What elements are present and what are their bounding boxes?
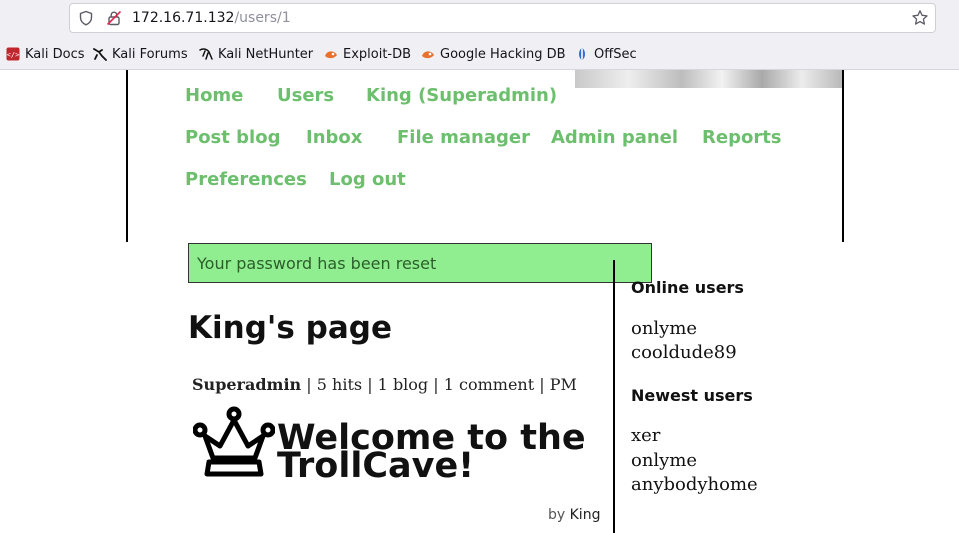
byline-prefix: by [548, 507, 566, 523]
url-text[interactable]: 172.16.71.132/users/1 [132, 10, 291, 26]
user-blogs: 1 blog [377, 375, 429, 394]
bookmark-label: Kali Docs [25, 46, 85, 62]
bookmark-offsec[interactable]: OffSec [575, 46, 637, 62]
bookmark-star-icon[interactable] [911, 9, 929, 27]
nav-inbox[interactable]: Inbox [306, 127, 362, 148]
bookmark-kali-docs[interactable]: </> Kali Docs [6, 46, 85, 62]
kali-dragon-icon [199, 48, 213, 60]
kali-docs-icon: </> [6, 47, 20, 61]
online-user[interactable]: cooldude89 [631, 342, 737, 363]
pm-link[interactable]: PM [550, 375, 577, 394]
bookmark-label: Kali NetHunter [218, 46, 314, 62]
address-bar[interactable]: 172.16.71.132/users/1 [69, 3, 936, 33]
bookmark-kali-forums[interactable]: Kali Forums [93, 46, 188, 62]
stats-separator: | [306, 375, 312, 394]
exploitdb-icon [422, 51, 434, 59]
bookmark-label: Exploit-DB [343, 46, 412, 62]
nav-admin-panel[interactable]: Admin panel [551, 127, 678, 148]
kali-dragon-icon [93, 48, 107, 61]
nav-profile[interactable]: King (Superadmin) [366, 85, 557, 106]
user-stats: Superadmin | 5 hits | 1 blog | 1 comment… [192, 375, 577, 394]
shield-icon[interactable] [78, 10, 94, 26]
url-path: /users/1 [234, 10, 291, 26]
browser-toolbar: 172.16.71.132/users/1 [0, 0, 959, 38]
nav-users[interactable]: Users [277, 85, 334, 106]
insecure-lock-icon[interactable] [106, 10, 122, 26]
welcome-heading: Welcome to the TrollCave! [277, 418, 586, 486]
bookmark-label: Kali Forums [112, 46, 188, 62]
user-comments: 1 comment [443, 375, 535, 394]
bookmarks-toolbar: </> Kali Docs Kali Forums Kali NetHunter… [0, 38, 959, 70]
page-title: King's page [188, 310, 392, 346]
bookmark-kali-nethunter[interactable]: Kali NetHunter [199, 46, 313, 62]
url-host: 172.16.71.132 [132, 10, 235, 26]
stats-separator: | [367, 375, 373, 394]
svg-text:</>: </> [7, 51, 20, 59]
offsec-icon [579, 48, 585, 60]
newest-user[interactable]: anybodyhome [631, 474, 758, 495]
user-hits: 5 hits [316, 375, 363, 394]
sidebar-divider [613, 260, 615, 533]
bookmark-label: OffSec [594, 46, 637, 62]
newest-user[interactable]: xer [631, 425, 660, 446]
page-content: Home Users King (Superadmin) Post blog I… [0, 70, 959, 533]
user-role: Superadmin [192, 375, 302, 394]
bookmark-label: Google Hacking DB [440, 46, 566, 62]
author-link[interactable]: King [570, 507, 601, 523]
newest-users-heading: Newest users [631, 386, 753, 405]
stats-separator: | [433, 375, 439, 394]
crown-icon [193, 406, 275, 477]
flash-message: Your password has been reset [188, 243, 652, 283]
exploitdb-icon [325, 51, 337, 59]
online-user[interactable]: onlyme [631, 318, 697, 339]
header-banner-image [575, 70, 842, 88]
bookmark-google-hacking-db[interactable]: Google Hacking DB [421, 46, 566, 62]
bookmark-exploit-db[interactable]: Exploit-DB [324, 46, 411, 62]
nav-file-manager[interactable]: File manager [397, 127, 530, 148]
nav-home[interactable]: Home [185, 85, 243, 106]
nav-reports[interactable]: Reports [702, 127, 782, 148]
nav-log-out[interactable]: Log out [329, 169, 406, 190]
newest-user[interactable]: onlyme [631, 450, 697, 471]
nav-preferences[interactable]: Preferences [185, 169, 307, 190]
nav-post-blog[interactable]: Post blog [185, 127, 280, 148]
online-users-heading: Online users [631, 278, 744, 297]
stats-separator: | [539, 375, 545, 394]
byline: by King [548, 507, 600, 523]
